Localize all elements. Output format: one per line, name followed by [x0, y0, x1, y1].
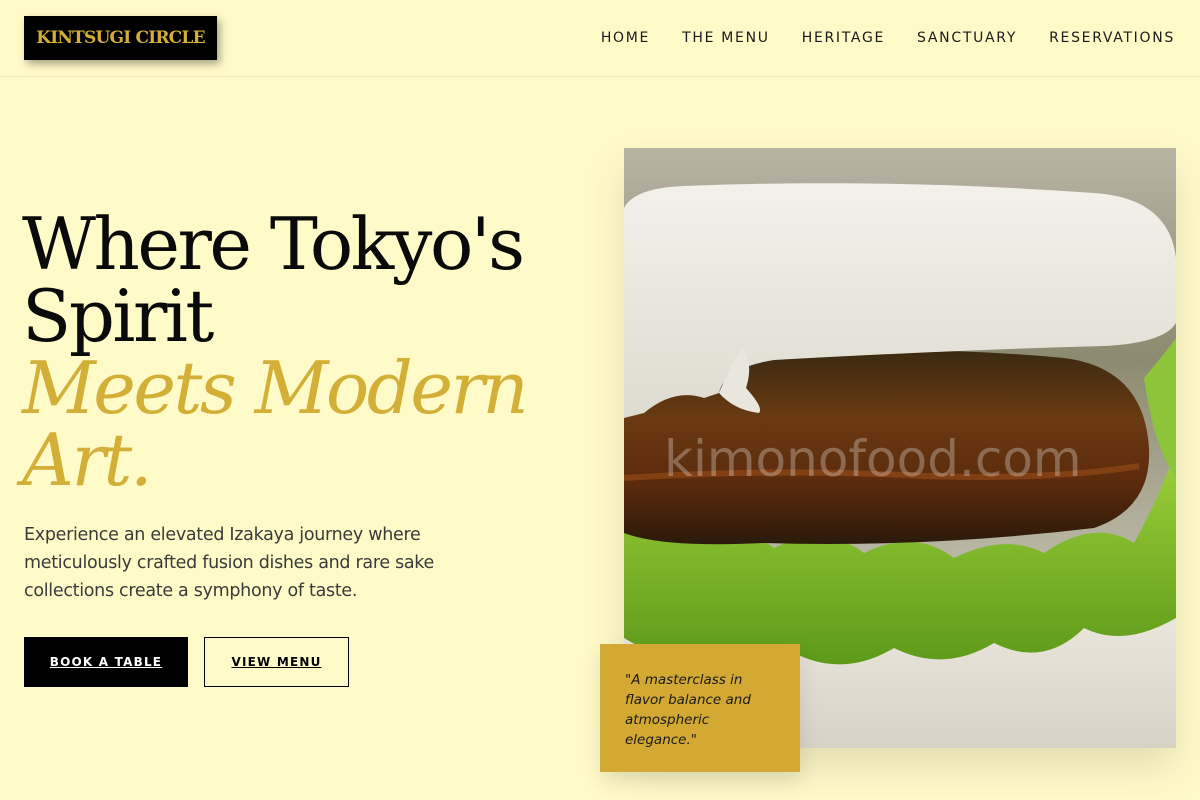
top-navigation: KINTSUGI CIRCLE HOME THE MENU HERITAGE S…	[0, 0, 1200, 77]
hero-description: Experience an elevated Izakaya journey w…	[24, 525, 434, 601]
brand-logo[interactable]: KINTSUGI CIRCLE	[24, 16, 217, 60]
hero-headline: Where Tokyo's Spirit Meets Modern Art.	[22, 208, 582, 496]
nav-reservations-link[interactable]: RESERVATIONS	[1049, 30, 1175, 46]
nav-sanctuary-link[interactable]: SANCTUARY	[917, 30, 1017, 46]
headline-line-2: Spirit	[22, 274, 214, 358]
image-watermark: kimonofood.com	[664, 430, 1082, 488]
nav-heritage-link[interactable]: HERITAGE	[802, 30, 885, 46]
nav-home-link[interactable]: HOME	[601, 30, 650, 46]
main-menu: HOME THE MENU HERITAGE SANCTUARY RESERVA…	[601, 30, 1175, 46]
headline-line-1: Where Tokyo's	[22, 202, 525, 286]
headline-accent-line-1: Meets Modern	[22, 346, 529, 430]
book-table-button[interactable]: BOOK A TABLE	[24, 637, 188, 687]
nav-menu-link[interactable]: THE MENU	[682, 30, 770, 46]
view-menu-button[interactable]: VIEW MENU	[204, 637, 349, 687]
headline-accent-line-2: Art.	[22, 418, 153, 502]
review-quote-card: "A masterclass in flavor balance and atm…	[600, 644, 800, 772]
